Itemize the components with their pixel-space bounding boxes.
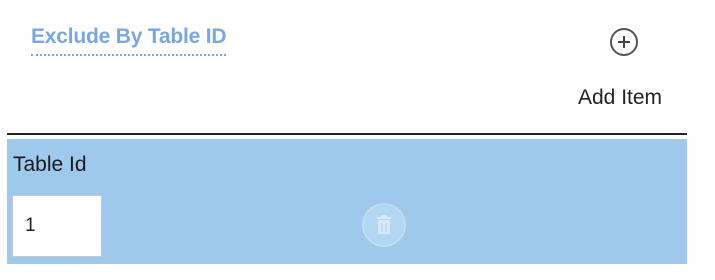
- delete-item-button[interactable]: [362, 203, 406, 247]
- list-item: Table Id: [7, 139, 687, 264]
- exclude-table-panel: Exclude By Table ID Add Item Table Id: [0, 0, 715, 280]
- add-item-label: Add Item: [578, 86, 663, 109]
- trash-icon: [377, 215, 391, 234]
- table-id-label: Table Id: [13, 153, 87, 176]
- plus-circle-icon: [610, 28, 638, 56]
- divider: [7, 133, 687, 135]
- section-title: Exclude By Table ID: [31, 24, 227, 56]
- add-item-button[interactable]: Add Item: [574, 28, 689, 114]
- table-id-input[interactable]: [12, 195, 102, 257]
